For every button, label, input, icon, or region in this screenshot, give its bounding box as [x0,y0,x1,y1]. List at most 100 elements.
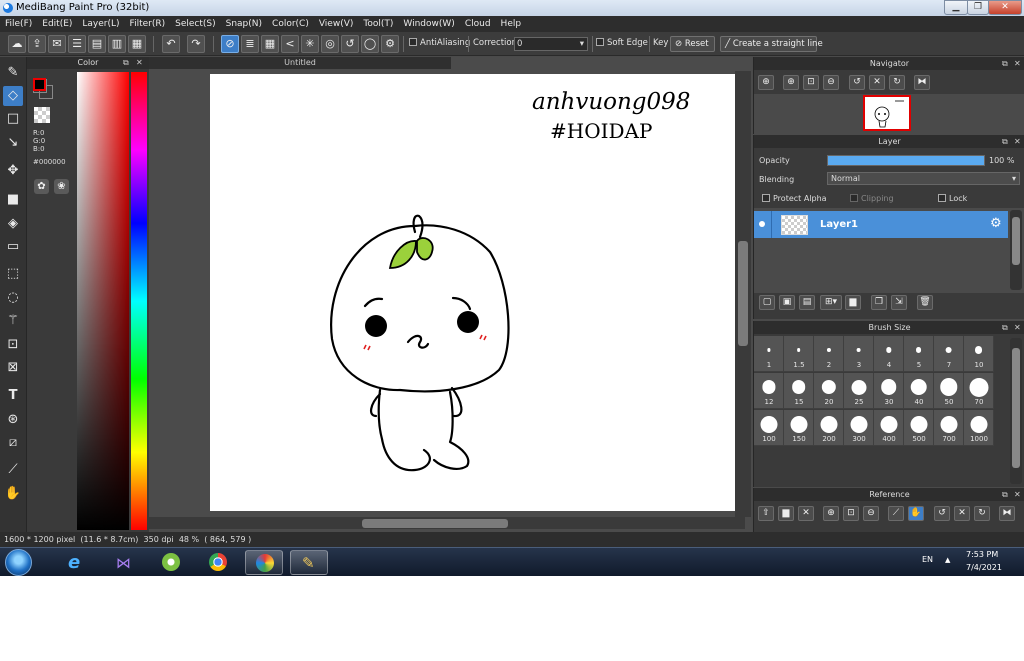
brush-size-scrollbar[interactable] [1010,338,1022,484]
reset-view-icon[interactable]: ✕ [954,506,970,521]
hand-tool-icon[interactable]: ✋ [3,484,23,504]
brush-tool-icon[interactable]: ✎ [3,63,23,83]
rotate-left-icon[interactable]: ↺ [849,75,865,90]
palette-icon[interactable]: ✿ [34,179,49,194]
horizontal-scrollbar[interactable] [149,517,745,529]
brush-size-option[interactable]: 20 [814,373,844,409]
zoom-in-icon[interactable]: ⊕ [823,506,839,521]
menu-select[interactable]: Select(S) [170,19,221,29]
antialiasing-checkbox[interactable]: AntiAliasing [409,38,470,48]
color-palette-icon[interactable]: ❀ [54,179,69,194]
zoom-in-icon[interactable]: ⊕ [783,75,799,90]
clock-time[interactable]: 7:53 PM [966,550,998,559]
snap-ellipse-icon[interactable]: ◯ [361,35,379,53]
open-folder-icon[interactable]: ▆ [778,506,794,521]
minimize-button[interactable]: ▁ [944,0,968,15]
clipping-checkbox[interactable]: Clipping [850,194,894,203]
visibility-icon[interactable] [759,221,765,227]
horizontal-scroll-thumb[interactable] [362,519,508,528]
reset-button[interactable]: ⊘ Reset [670,36,715,52]
tray-arrow-icon[interactable]: ▲ [945,556,950,564]
popout-icon[interactable]: ⧉ [1002,57,1008,70]
brush-size-option[interactable]: 1.5 [784,336,814,372]
snap-cross-icon[interactable]: ▦ [261,35,279,53]
brush-size-option[interactable]: 10 [964,336,994,372]
brush-size-option[interactable]: 1000 [964,410,994,446]
close-reference-icon[interactable]: ✕ [798,506,814,521]
vertical-scroll-thumb[interactable] [738,241,748,346]
move-tool-icon[interactable]: ✥ [3,161,23,181]
text-tool-icon[interactable]: T [3,386,23,406]
close-icon[interactable]: ✕ [1014,57,1021,70]
menu-layer[interactable]: Layer(L) [77,19,124,29]
new-layer-icon[interactable]: ▢ [759,295,775,310]
new-halftone-layer-icon[interactable]: ▣ [779,295,795,310]
eyedropper-icon[interactable]: ⟋ [888,506,904,521]
popout-icon[interactable]: ⧉ [123,57,129,69]
clock-date[interactable]: 7/4/2021 [966,563,1002,572]
close-icon[interactable]: ✕ [1014,321,1021,334]
close-icon[interactable]: ✕ [1014,135,1021,148]
cloud-icon[interactable]: ☁ [8,35,26,53]
reset-view-icon[interactable]: ✕ [869,75,885,90]
flip-icon[interactable]: ⧓ [914,75,930,90]
brush-size-option[interactable]: 70 [964,373,994,409]
brush-size-option[interactable]: 25 [844,373,874,409]
duplicate-layer-icon[interactable]: ❐ [871,295,887,310]
saturation-value-picker[interactable] [77,72,129,530]
straight-line-button[interactable]: ╱ Create a straight line [720,36,823,52]
select-rect-tool-icon[interactable]: ⬚ [3,264,23,284]
brush-size-option[interactable]: 200 [814,410,844,446]
blending-select[interactable]: Normal ▾ [827,172,1020,185]
comment-icon[interactable]: ✉ [48,35,66,53]
eraser-tool-icon[interactable]: ◇ [3,86,23,106]
eyedropper-tool-icon[interactable]: ⟋ [3,460,23,480]
opacity-slider[interactable] [827,155,985,166]
coccoc-browser-icon[interactable] [152,550,190,575]
soft-edge-checkbox[interactable]: Soft Edge [596,38,648,48]
pages-icon[interactable]: ▥ [108,35,126,53]
navigator-thumbnail[interactable] [863,95,911,131]
brush-size-option[interactable]: 2 [814,336,844,372]
menu-snap[interactable]: Snap(N) [221,19,267,29]
brush-size-option[interactable]: 7 [934,336,964,372]
brush-size-option[interactable]: 40 [904,373,934,409]
zoom-fit-icon[interactable]: ⊡ [843,506,859,521]
brush-size-option[interactable]: 150 [784,410,814,446]
correction-select[interactable]: 0 ▾ [514,37,588,51]
brush-size-option[interactable]: 100 [754,410,784,446]
brush-size-option[interactable]: 300 [844,410,874,446]
protect-alpha-checkbox[interactable]: Protect Alpha [762,194,827,203]
paint-taskbar-icon[interactable]: ✎ [290,550,328,575]
bucket-tool-icon[interactable]: ◈ [3,214,23,234]
new-8bit-layer-icon[interactable]: ▤ [799,295,815,310]
undo-icon[interactable]: ↶ [162,35,180,53]
brush-size-option[interactable]: 3 [844,336,874,372]
select-pen-tool-icon[interactable]: ⊡ [3,335,23,355]
language-indicator[interactable]: EN [922,555,933,564]
primary-color-chip[interactable] [33,78,46,91]
menu-color[interactable]: Color(C) [267,19,314,29]
brush-size-option[interactable]: 500 [904,410,934,446]
menu-tool[interactable]: Tool(T) [358,19,398,29]
rotate-left-icon[interactable]: ↺ [934,506,950,521]
balloon-tool-icon[interactable]: ⊛ [3,410,23,430]
brush-size-option[interactable]: 30 [874,373,904,409]
add-layer-menu-icon[interactable]: ⊞▾ [820,295,842,310]
snap-curve-icon[interactable]: ↺ [341,35,359,53]
snap-parallel-icon[interactable]: ≣ [241,35,259,53]
snap-off-icon[interactable]: ⊘ [221,35,239,53]
chat-icon[interactable]: ☰ [68,35,86,53]
menu-edit[interactable]: Edit(E) [37,19,77,29]
internet-explorer-icon[interactable]: e [58,550,96,575]
zoom-out-icon[interactable]: ⊖ [863,506,879,521]
menu-filter[interactable]: Filter(R) [125,19,171,29]
redo-icon[interactable]: ↷ [187,35,205,53]
brush-size-option[interactable]: 15 [784,373,814,409]
zoom-out-icon[interactable]: ⊖ [823,75,839,90]
brush-size-scroll-thumb[interactable] [1012,348,1020,468]
snap-radial-icon[interactable]: ✳ [301,35,319,53]
menu-file[interactable]: File(F) [0,19,37,29]
chrome-icon[interactable] [199,550,237,575]
document-tab[interactable]: Untitled [149,57,451,69]
